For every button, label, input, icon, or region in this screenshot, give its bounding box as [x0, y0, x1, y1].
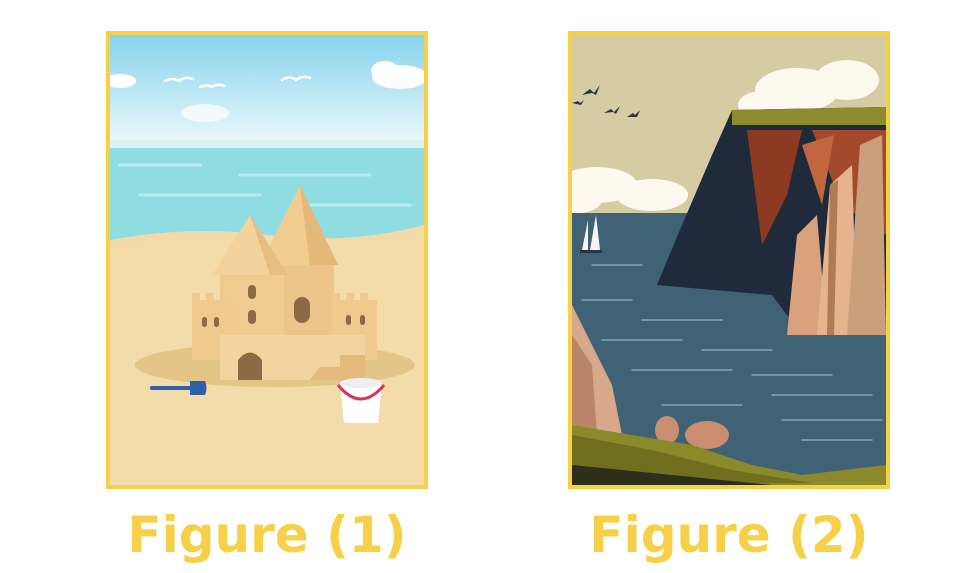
sandcastle-illustration	[110, 35, 424, 485]
figure-2-image	[568, 31, 890, 489]
bucket-shape	[336, 378, 386, 423]
figure-1-caption: Figure (1)	[127, 506, 407, 564]
figure-1-image	[106, 31, 428, 489]
figure-2-caption: Figure (2)	[589, 506, 869, 564]
cliff-illustration	[572, 35, 886, 485]
